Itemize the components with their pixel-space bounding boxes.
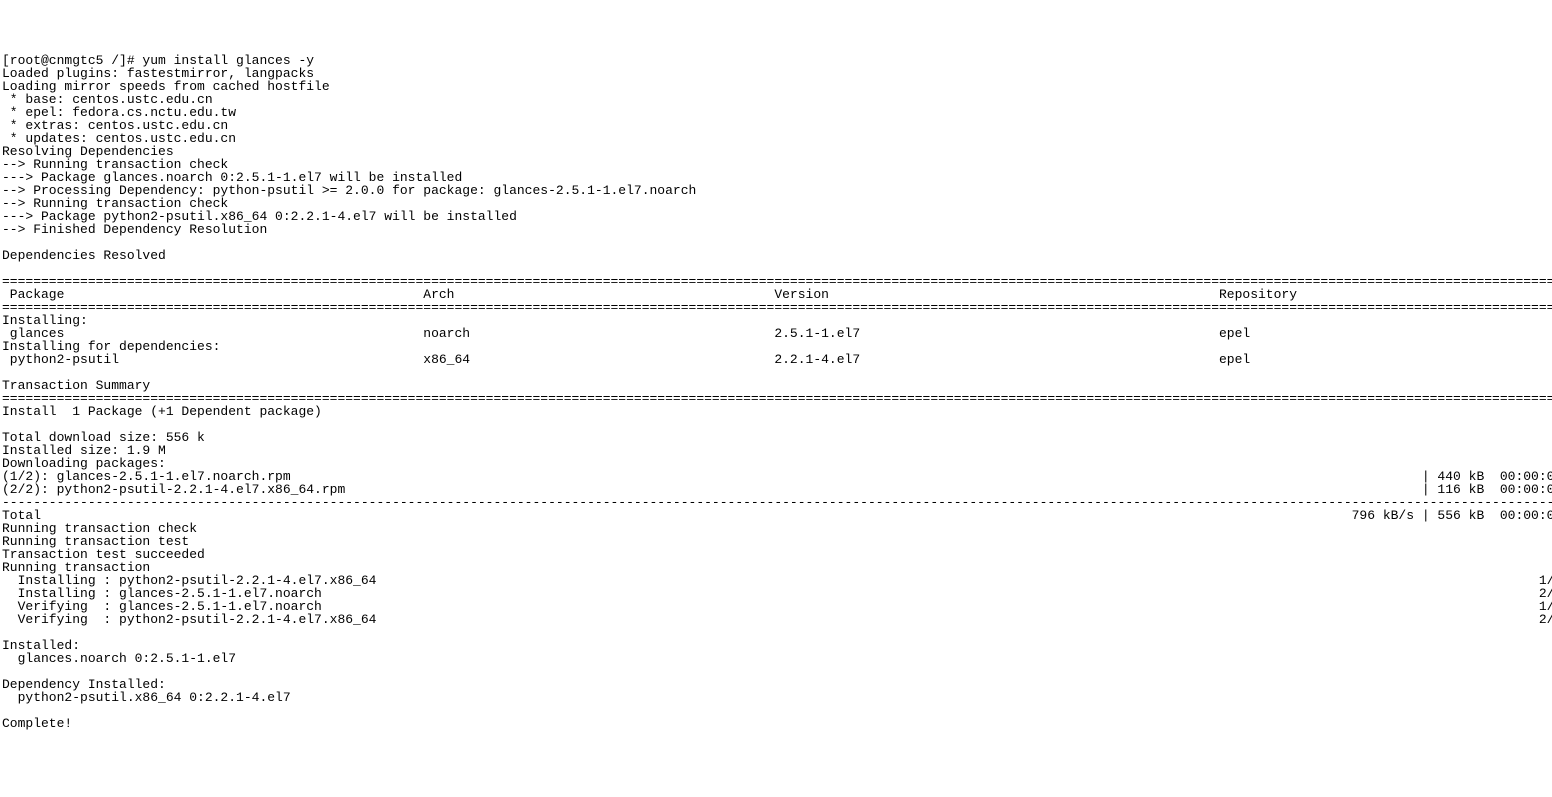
output-line: --> Finished Dependency Resolution bbox=[2, 222, 267, 237]
table-row: glances noarch 2.5.1-1.el7 epel bbox=[2, 326, 1552, 341]
verify-row: Verifying : python2-psutil-2.2.1-4.el7.x… bbox=[2, 612, 1552, 627]
install-summary: Install 1 Package (+1 Dependent package) bbox=[2, 404, 322, 419]
output-line: python2-psutil.x86_64 0:2.2.1-4.el7 bbox=[2, 690, 291, 705]
terminal-output: [root@cnmgtc5 /]# yum install glances -y… bbox=[2, 54, 1552, 730]
output-line: glances.noarch 0:2.5.1-1.el7 bbox=[2, 651, 236, 666]
output-line: Complete! bbox=[2, 716, 72, 731]
table-divider: ========================================… bbox=[2, 300, 1552, 315]
total-row: Total 796 kB/s | 556 kB 00:00:00 bbox=[2, 508, 1552, 523]
output-line: Dependencies Resolved bbox=[2, 248, 166, 263]
table-row: python2-psutil x86_64 2.2.1-4.el7 epel bbox=[2, 352, 1552, 367]
